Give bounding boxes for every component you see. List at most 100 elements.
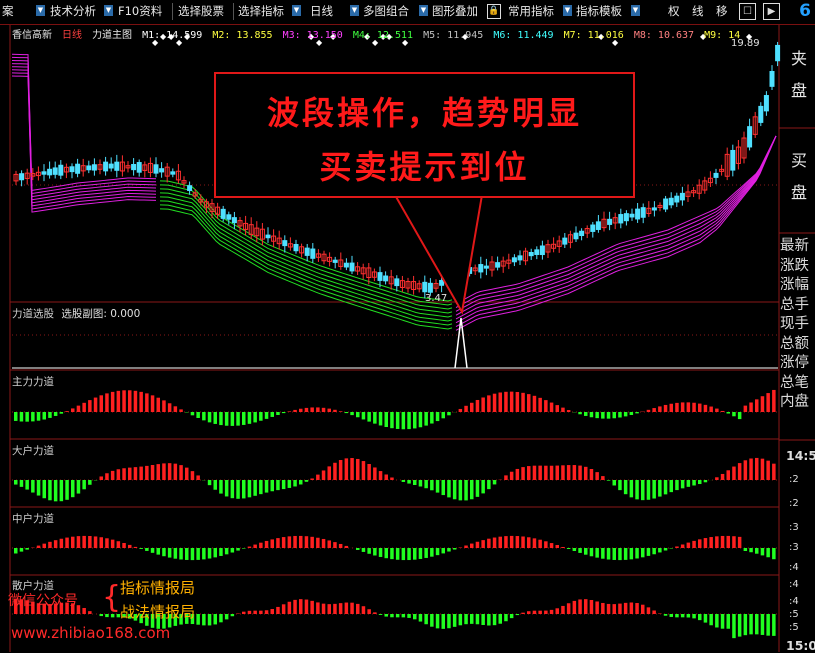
toolbar-item-tech-analysis[interactable]: 技术分析 <box>50 3 96 20</box>
histogram-bar <box>322 470 326 480</box>
histogram-bar <box>373 467 377 480</box>
toolbar-item-f10[interactable]: F10资料 <box>118 3 162 20</box>
dropdown-arrow-icon[interactable]: ▼ <box>419 5 428 16</box>
dropdown-arrow-icon[interactable]: ▼ <box>350 5 359 16</box>
histogram-bar <box>134 391 138 412</box>
histogram-bar <box>544 541 548 548</box>
histogram-bar <box>305 536 309 548</box>
candle <box>630 214 634 217</box>
histogram-bar <box>709 537 713 548</box>
screen-number-badge: 6 <box>799 1 811 21</box>
candle <box>563 238 567 244</box>
toolbar-item-daily[interactable]: 日线 <box>310 3 333 20</box>
candle <box>636 209 640 219</box>
histogram-bar <box>385 412 389 427</box>
histogram-bar <box>407 548 411 560</box>
panel-title-mid-holder: 中户力道 <box>12 511 54 526</box>
histogram-bar <box>265 412 269 419</box>
histogram-bar <box>379 412 383 425</box>
histogram-bar <box>538 540 542 548</box>
toolbar-item-select-indicator[interactable]: 选择指标 <box>238 3 284 20</box>
toolbar-item-multi-chart[interactable]: 多图组合 <box>363 3 409 20</box>
tick-volume: :5 <box>789 609 815 620</box>
histogram-bar <box>499 614 503 624</box>
histogram-bar <box>584 412 588 416</box>
dropdown-arrow-icon[interactable]: ▼ <box>563 5 572 16</box>
candle <box>731 150 735 170</box>
histogram-bar <box>499 392 503 412</box>
histogram-bar <box>310 407 314 412</box>
histogram-bar <box>407 480 411 484</box>
histogram-bar <box>168 463 172 480</box>
histogram-bar <box>350 603 354 614</box>
histogram-bar <box>345 546 349 548</box>
histogram-bar <box>613 480 617 485</box>
histogram-bar <box>367 548 371 554</box>
histogram-bar <box>755 458 759 480</box>
window-icon[interactable]: ☐ <box>739 3 756 20</box>
candle <box>512 258 516 262</box>
candle <box>484 266 488 268</box>
histogram-bar <box>82 480 86 489</box>
histogram-bar <box>493 480 497 484</box>
histogram-bar <box>510 536 514 548</box>
histogram-bar <box>322 408 326 412</box>
histogram-bar <box>356 548 360 550</box>
histogram-bar <box>390 614 394 617</box>
histogram-bar <box>225 480 229 496</box>
histogram-bar <box>356 412 360 417</box>
histogram-bar <box>630 602 634 614</box>
histogram-bar <box>561 606 565 614</box>
histogram-bar <box>82 608 86 614</box>
histogram-bar <box>709 407 713 412</box>
dropdown-arrow-icon[interactable]: ▼ <box>36 5 45 16</box>
histogram-bar <box>71 408 75 412</box>
toolbar-item-indicator-template[interactable]: 指标模板 <box>576 3 622 20</box>
candle <box>115 162 119 170</box>
histogram-bar <box>390 412 394 428</box>
annotation-callout: 波段操作，趋势明显 买卖提示到位 <box>214 72 635 198</box>
candle <box>188 186 192 191</box>
histogram-bar <box>755 399 759 412</box>
histogram-bar <box>14 412 18 421</box>
histogram-bar <box>271 539 275 548</box>
candle <box>529 252 533 255</box>
candle <box>53 168 57 174</box>
histogram-bar <box>333 604 337 614</box>
histogram-bar <box>578 548 582 553</box>
histogram-bar <box>464 546 468 548</box>
toolbar-item-case[interactable]: 案 <box>2 3 14 20</box>
histogram-bar <box>470 544 474 548</box>
histogram-bar <box>567 603 571 614</box>
toolbar-item-overlay[interactable]: 图形叠加 <box>432 3 478 20</box>
lock-icon[interactable]: 🔒 <box>487 4 501 19</box>
watermark-url: www.zhibiao168.com <box>11 624 170 642</box>
histogram-bar <box>345 458 349 480</box>
histogram-bar <box>607 604 611 614</box>
buy-queue-button[interactable]: 买盘 <box>781 150 813 218</box>
histogram-bar <box>367 412 371 422</box>
histogram-bar <box>618 604 622 614</box>
histogram-bar <box>25 412 29 422</box>
histogram-bar <box>328 540 332 548</box>
toolbar-item-common-indicators[interactable]: 常用指标 <box>508 3 554 20</box>
toolbar-rights-button[interactable]: 权 <box>668 3 680 20</box>
histogram-bar <box>100 537 104 548</box>
histogram-bar <box>527 537 531 548</box>
histogram-bar <box>481 540 485 548</box>
sell-queue-button[interactable]: 夹盘 <box>781 48 813 116</box>
candle <box>652 208 656 210</box>
dropdown-arrow-icon[interactable]: ▼ <box>292 5 301 16</box>
histogram-bar <box>766 461 770 480</box>
toolbar-move-button[interactable]: 移 <box>716 3 728 20</box>
histogram-bar <box>333 410 337 412</box>
toolbar-line-button[interactable]: 线 <box>692 3 704 20</box>
histogram-bar <box>613 412 617 418</box>
histogram-bar <box>704 538 708 548</box>
dropdown-arrow-icon[interactable]: ▼ <box>104 5 113 16</box>
play-icon[interactable]: ▶ <box>763 3 780 20</box>
histogram-bar <box>322 604 326 614</box>
toolbar-item-select-stock[interactable]: 选择股票 <box>178 3 224 20</box>
dropdown-arrow-icon[interactable]: ▼ <box>631 5 640 16</box>
histogram-bar <box>453 480 457 499</box>
